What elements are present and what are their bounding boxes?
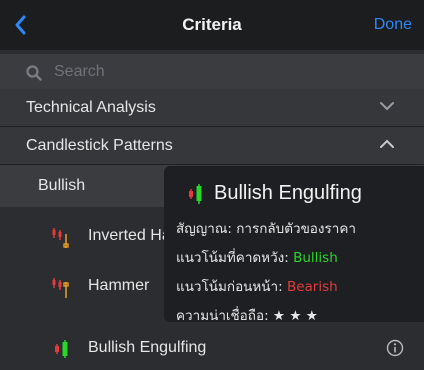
chevron-down-icon — [380, 102, 394, 111]
tooltip-reliability: ความน่าเชื่อถือ: ★ ★ ★ — [176, 304, 412, 326]
tooltip-signal: สัญญาณ: การกลับตัวของราคา — [176, 217, 412, 239]
bullish-engulfing-candle-icon — [189, 183, 202, 204]
prior-label: แนวโน้มก่อนหน้า: — [176, 279, 283, 295]
back-button[interactable] — [14, 12, 38, 38]
pattern-tooltip: Bullish Engulfing สัญญาณ: การกลับตัวของร… — [164, 166, 424, 324]
tooltip-expected-trend: แนวโน้มที่คาดหวัง: Bullish — [176, 246, 412, 268]
subsection-label: Bullish — [38, 177, 86, 194]
item-label: Hammer — [88, 277, 150, 294]
search-field[interactable]: Search — [0, 54, 424, 90]
inverted-hammer-candle-icon — [52, 228, 69, 248]
search-icon — [26, 65, 42, 81]
nav-bar: Criteria Done — [0, 0, 424, 50]
list-item-bullish-engulfing[interactable]: Bullish Engulfing — [0, 326, 424, 370]
tooltip-title-row: Bullish Engulfing — [186, 182, 412, 205]
prior-value: Bearish — [286, 279, 338, 295]
section-label: Candlestick Patterns — [26, 137, 173, 154]
section-candlestick-patterns[interactable]: Candlestick Patterns — [0, 127, 424, 165]
bullish-engulfing-candle-icon — [55, 340, 68, 358]
section-label: Technical Analysis — [26, 99, 156, 116]
tooltip-prior-trend: แนวโน้มก่อนหน้า: Bearish — [176, 275, 412, 297]
done-button[interactable]: Done — [374, 16, 412, 34]
search-input[interactable]: Search — [54, 63, 105, 81]
reliability-stars: ★ ★ ★ — [272, 308, 318, 324]
signal-value: การกลับตัวของราคา — [236, 221, 356, 237]
chevron-left-icon — [15, 15, 26, 35]
signal-label: สัญญาณ: — [176, 221, 232, 237]
section-technical-analysis[interactable]: Technical Analysis — [0, 89, 424, 127]
hammer-candle-icon — [52, 278, 69, 298]
expected-value: Bullish — [293, 250, 338, 266]
expected-label: แนวโน้มที่คาดหวัง: — [176, 250, 289, 266]
chevron-up-icon — [380, 139, 394, 148]
item-label: Bullish Engulfing — [88, 339, 207, 356]
info-icon[interactable] — [386, 339, 404, 357]
tooltip-title: Bullish Engulfing — [214, 182, 362, 204]
page-title: Criteria — [182, 15, 242, 34]
reliability-label: ความน่าเชื่อถือ: — [176, 308, 269, 324]
